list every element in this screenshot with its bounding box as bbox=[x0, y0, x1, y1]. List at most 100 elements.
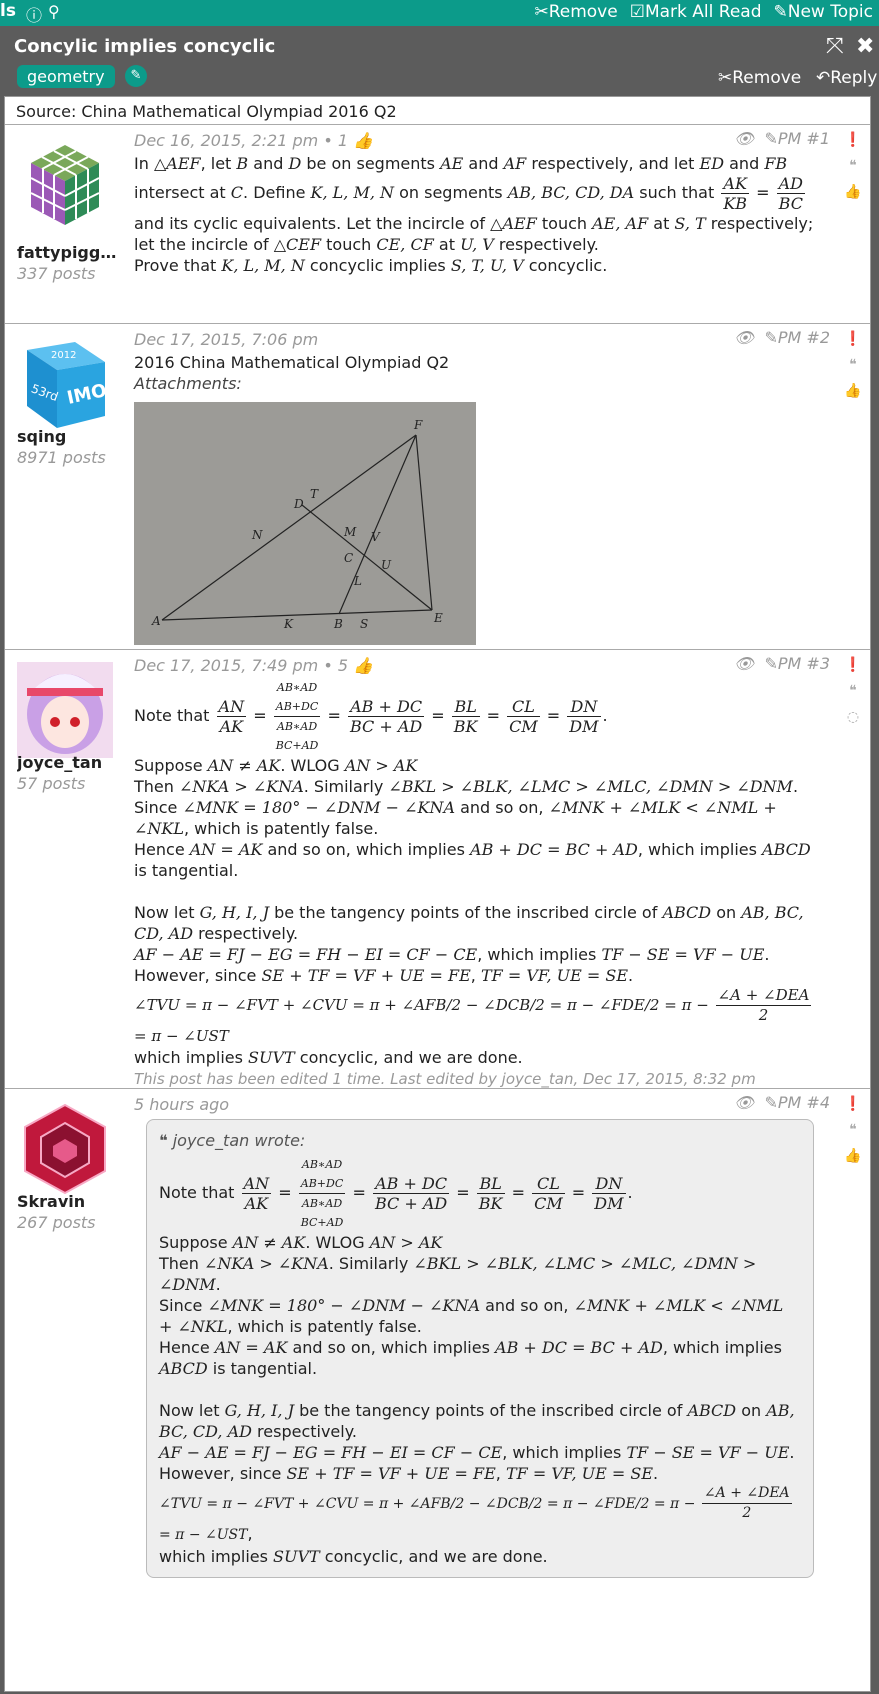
svg-text:M: M bbox=[343, 525, 357, 539]
topic-title: Concylic implies concyclic bbox=[14, 36, 276, 57]
thumbs-up-icon: 👍 bbox=[353, 656, 374, 675]
remove-topic-button[interactable]: ✂Remove bbox=[718, 68, 801, 88]
pm-label: PM bbox=[777, 1093, 802, 1112]
info-icon[interactable]: ⓘ bbox=[26, 2, 42, 26]
like-icon[interactable]: 👍 bbox=[844, 382, 862, 400]
svg-text:A: A bbox=[151, 614, 161, 628]
svg-text:F: F bbox=[413, 418, 423, 432]
svg-text:2012: 2012 bbox=[51, 350, 76, 361]
top-bar: ls ⓘ ⚲ ✂Remove ☑Mark All Read ✎New Topic bbox=[0, 0, 879, 26]
mark-all-read-button[interactable]: ☑Mark All Read bbox=[630, 2, 762, 22]
svg-text:B: B bbox=[333, 617, 343, 631]
svg-text:K: K bbox=[283, 617, 294, 631]
report-icon[interactable]: ❗ bbox=[844, 656, 862, 674]
svg-text:T: T bbox=[310, 487, 319, 501]
eye-icon[interactable]: 👁 bbox=[734, 129, 754, 148]
post-date: Dec 17, 2015, 7:49 pm • 5 bbox=[134, 656, 349, 675]
post-tools: 👁 ✎PM #3 bbox=[734, 654, 830, 673]
post-actions: ❗ ❝ 👍 bbox=[840, 1095, 866, 1165]
pm-label: PM bbox=[777, 654, 802, 673]
avatar-fattypiggy bbox=[30, 145, 100, 225]
eye-icon[interactable]: 👁 bbox=[734, 654, 754, 673]
attachments-label: Attachments: bbox=[134, 374, 242, 393]
avatar-sqing: 2012 53rd IMO bbox=[27, 342, 109, 428]
post-tools: 👁 ✎PM #2 bbox=[734, 328, 830, 347]
eye-icon[interactable]: 👁 bbox=[734, 1093, 754, 1112]
pm-label: PM bbox=[777, 129, 802, 148]
post-actions: ❗ ❝ ◌ bbox=[840, 656, 866, 726]
remove-label: Remove bbox=[548, 2, 618, 22]
tag-geometry[interactable]: geometry bbox=[17, 65, 115, 88]
report-icon[interactable]: ❗ bbox=[844, 131, 862, 149]
post-author[interactable]: Skravin bbox=[17, 1192, 119, 1211]
new-topic-label: New Topic bbox=[787, 2, 873, 22]
pm-label: PM bbox=[777, 328, 802, 347]
svg-text:S: S bbox=[360, 617, 368, 631]
quote-icon[interactable]: ❝ bbox=[844, 682, 862, 700]
quote-icon[interactable]: ❝ bbox=[844, 356, 862, 374]
like-icon[interactable]: 👍 bbox=[844, 1147, 862, 1165]
post-number[interactable]: #2 bbox=[806, 328, 830, 347]
post-1: fattypiggy... 337 posts Dec 16, 2015, 2:… bbox=[5, 125, 870, 324]
post-tools: 👁 ✎PM #4 bbox=[734, 1093, 830, 1112]
pm-button[interactable]: ✎PM bbox=[764, 328, 801, 347]
topic-source: Source: China Mathematical Olympiad 2016… bbox=[5, 97, 870, 125]
thumbs-up-icon: 👍 bbox=[353, 131, 374, 150]
new-topic-button[interactable]: ✎New Topic bbox=[774, 2, 874, 22]
geometry-figure-attachment[interactable]: F TD N MV C U L A K B S E bbox=[134, 402, 476, 645]
quote-header: ❝ joyce_tan wrote: bbox=[159, 1131, 306, 1150]
post-meta: Dec 17, 2015, 7:49 pm • 5 👍 bbox=[134, 656, 373, 675]
search-icon[interactable]: ⚲ bbox=[48, 2, 60, 21]
post-number[interactable]: #3 bbox=[806, 654, 830, 673]
post-body: Note that AN AK = AB∗AD AB+DC AB∗AD BC+AD = … bbox=[134, 678, 826, 1090]
like-icon[interactable]: 👍 bbox=[844, 183, 862, 201]
quote-author: joyce_tan wrote: bbox=[172, 1131, 306, 1150]
post-3: joyce_tan 57 posts Dec 17, 2015, 7:49 pm… bbox=[5, 650, 870, 1089]
pm-button[interactable]: ✎PM bbox=[764, 654, 801, 673]
post-actions: ❗ ❝ 👍 bbox=[840, 330, 866, 400]
avatar-skravin bbox=[24, 1103, 106, 1195]
close-icon[interactable]: ✖ bbox=[856, 34, 874, 59]
post-number[interactable]: #1 bbox=[806, 129, 830, 148]
post-text: 2016 China Mathematical Olympiad Q2 bbox=[134, 353, 450, 372]
svg-text:C: C bbox=[344, 551, 353, 565]
post-author[interactable]: joyce_tan bbox=[17, 753, 119, 772]
eye-icon[interactable]: 👁 bbox=[734, 328, 754, 347]
post-body: In △AEF, let B and D be on segments AE a… bbox=[134, 154, 814, 275]
svg-text:D: D bbox=[293, 497, 304, 511]
reply-button[interactable]: ↶Reply bbox=[816, 68, 877, 88]
report-icon[interactable]: ❗ bbox=[844, 330, 862, 348]
edited-note: This post has been edited 1 time. Last e… bbox=[134, 1070, 756, 1088]
post-2: 2012 53rd IMO sqing 8971 posts Dec 17, 2… bbox=[5, 324, 870, 650]
post-count: 267 posts bbox=[17, 1213, 96, 1232]
post-body: ❝ joyce_tan wrote: Note that AN AK = AB∗A… bbox=[146, 1119, 814, 1578]
edit-tags-icon[interactable]: ✎ bbox=[125, 65, 147, 87]
pm-button[interactable]: ✎PM bbox=[764, 129, 801, 148]
post-4: Skravin 267 posts 5 hours ago 👁 ✎PM #4 ❗… bbox=[5, 1089, 870, 1621]
quote-icon[interactable]: ❝ bbox=[844, 157, 862, 175]
quote-block: ❝ joyce_tan wrote: Note that AN AK = AB∗A… bbox=[146, 1119, 814, 1578]
quote-icon[interactable]: ❝ bbox=[844, 1121, 862, 1139]
svg-text:V: V bbox=[371, 530, 381, 544]
post-count: 8971 posts bbox=[17, 448, 106, 467]
svg-text:L: L bbox=[353, 574, 362, 588]
svg-text:U: U bbox=[381, 558, 392, 572]
remove-topic-label: Remove bbox=[732, 68, 802, 88]
reply-label: Reply bbox=[830, 68, 878, 88]
post-author[interactable]: fattypiggy... bbox=[17, 243, 119, 262]
topbar-fragment: ls bbox=[0, 1, 16, 21]
report-icon[interactable]: ❗ bbox=[844, 1095, 862, 1113]
post-author[interactable]: sqing bbox=[17, 427, 119, 446]
remove-topics-button[interactable]: ✂Remove bbox=[534, 2, 617, 22]
collapse-icon[interactable]: ⤧ bbox=[826, 34, 844, 59]
post-body: 2016 China Mathematical Olympiad Q2 Atta… bbox=[134, 352, 826, 394]
topic-window: Concylic implies concyclic ⤧ ✖ geometry … bbox=[0, 26, 879, 1694]
pm-button[interactable]: ✎PM bbox=[764, 1093, 801, 1112]
mark-read-label: Mark All Read bbox=[644, 2, 762, 22]
post-tools: 👁 ✎PM #1 bbox=[734, 129, 830, 148]
post-number[interactable]: #4 bbox=[806, 1093, 830, 1112]
svg-text:N: N bbox=[251, 528, 263, 542]
avatar-joyce-tan bbox=[17, 662, 113, 758]
post-date: Dec 16, 2015, 2:21 pm • 1 bbox=[134, 131, 349, 150]
svg-text:E: E bbox=[433, 611, 443, 625]
